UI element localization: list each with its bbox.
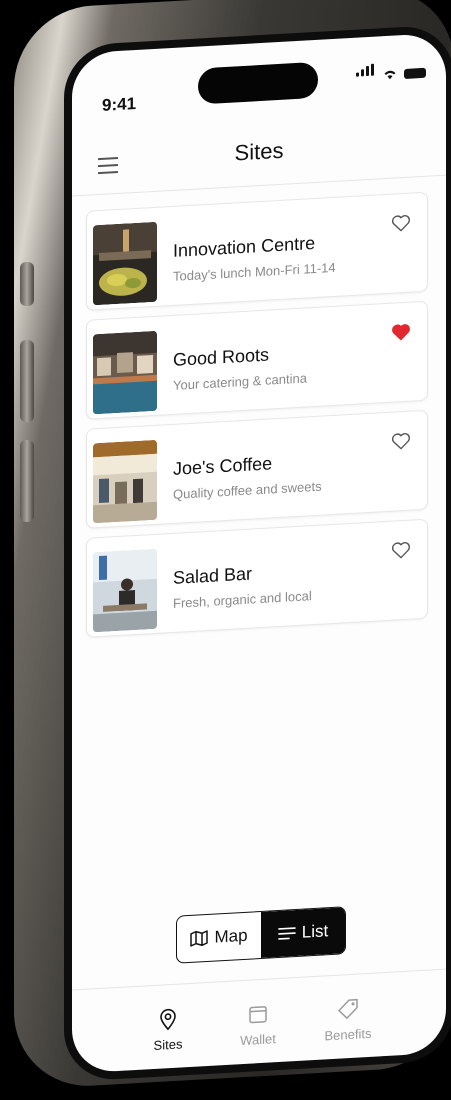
battery-icon bbox=[404, 67, 426, 79]
status-time: 9:41 bbox=[102, 93, 137, 115]
tab-benefits[interactable]: Benefits bbox=[308, 995, 388, 1044]
list-view-button[interactable]: List bbox=[261, 907, 345, 958]
tab-benefits-label: Benefits bbox=[324, 1025, 372, 1044]
status-bar: 9:41 bbox=[72, 33, 446, 124]
tab-sites[interactable]: Sites bbox=[128, 1005, 208, 1054]
site-description: Fresh, organic and local bbox=[173, 588, 312, 611]
map-label: Map bbox=[214, 925, 248, 947]
signal-icon bbox=[356, 63, 376, 82]
heart-outline-icon[interactable] bbox=[391, 541, 411, 560]
action-button bbox=[20, 262, 34, 306]
list-label: List bbox=[301, 921, 329, 942]
location-pin-icon bbox=[160, 1008, 176, 1031]
site-name: Good Roots bbox=[173, 344, 270, 370]
volume-down-button bbox=[20, 440, 34, 522]
site-description: Today's lunch Mon-Fri 11-14 bbox=[173, 259, 336, 284]
site-card-joes-coffee[interactable]: Joe's Coffee Quality coffee and sweets bbox=[86, 409, 428, 529]
site-description: Your catering & cantina bbox=[173, 370, 307, 393]
app-screen: 9:41 Sites Innovation Centre Today's lun… bbox=[64, 24, 451, 1083]
heart-outline-icon[interactable] bbox=[391, 432, 411, 451]
site-name: Joe's Coffee bbox=[173, 453, 273, 479]
tab-sites-label: Sites bbox=[153, 1036, 183, 1053]
dynamic-island bbox=[198, 61, 318, 105]
top-bar: Sites bbox=[72, 110, 446, 197]
status-icons bbox=[356, 60, 426, 82]
site-name: Innovation Centre bbox=[173, 232, 316, 261]
page-title: Sites bbox=[234, 137, 284, 166]
site-name: Salad Bar bbox=[173, 563, 253, 588]
map-list-toggle: Map List bbox=[176, 906, 346, 964]
cafeteria-interior-photo bbox=[93, 330, 157, 415]
heart-outline-icon[interactable] bbox=[391, 214, 411, 233]
heart-filled-icon[interactable] bbox=[391, 323, 411, 342]
site-card-innovation-centre[interactable]: Innovation Centre Today's lunch Mon-Fri … bbox=[86, 191, 428, 311]
tab-wallet[interactable]: Wallet bbox=[218, 1000, 298, 1049]
wifi-icon bbox=[384, 70, 396, 80]
tag-icon bbox=[338, 998, 358, 1019]
site-card-good-roots[interactable]: Good Roots Your catering & cantina bbox=[86, 300, 428, 420]
tab-wallet-label: Wallet bbox=[240, 1031, 276, 1049]
volume-up-button bbox=[20, 340, 34, 422]
site-card-salad-bar[interactable]: Salad Bar Fresh, organic and local bbox=[86, 518, 428, 638]
food-counter-photo bbox=[93, 221, 157, 306]
map-view-button[interactable]: Map bbox=[177, 912, 261, 963]
coffee-shop-photo bbox=[93, 439, 157, 524]
list-icon bbox=[277, 927, 296, 940]
site-description: Quality coffee and sweets bbox=[173, 478, 322, 502]
sites-list: Innovation Centre Today's lunch Mon-Fri … bbox=[86, 191, 428, 647]
people-at-table-photo bbox=[93, 548, 157, 633]
map-icon bbox=[190, 930, 209, 947]
wallet-icon bbox=[249, 1006, 267, 1024]
